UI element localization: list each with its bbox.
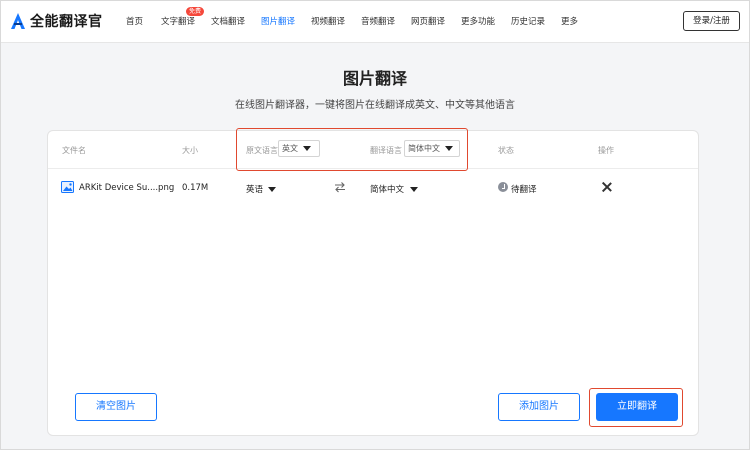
nav-text-translate[interactable]: 文字翻译 [161,15,195,27]
swap-icon[interactable] [334,181,346,193]
nav-document-translate[interactable]: 文档翻译 [211,15,245,27]
close-icon[interactable] [602,182,612,192]
column-filename: 文件名 [62,146,86,155]
free-badge: 免费 [186,7,205,16]
column-action: 操作 [598,146,614,155]
language-highlight-frame [236,128,468,171]
row-source-language[interactable]: 英语 [246,183,263,195]
clock-icon [498,182,508,192]
login-register-button[interactable]: 登录/注册 [683,11,740,31]
file-size: 0.17M [182,183,209,193]
chevron-down-icon[interactable] [410,187,418,192]
translate-highlight-frame [589,388,683,427]
chevron-down-icon[interactable] [268,187,276,192]
column-size: 大小 [182,146,198,155]
page-title: 图片翻译 [342,69,407,88]
nav-home[interactable]: 首页 [126,15,143,27]
add-image-button[interactable]: 添加图片 [498,393,580,421]
nav-more[interactable]: 更多 [561,15,578,27]
row-status: 待翻译 [511,185,537,195]
logo[interactable]: 全能翻译官 [11,10,103,32]
nav-web-translate[interactable]: 网页翻译 [411,15,445,27]
page-subtitle: 在线图片翻译器，一键将图片在线翻译成英文、中文等其他语言 [235,100,515,111]
row-target-language[interactable]: 简体中文 [370,183,404,195]
file-name: ARKit Device Su....png [79,183,175,193]
image-file-icon [61,181,74,193]
nav-audio-translate[interactable]: 音频翻译 [361,15,395,27]
nav-more-features[interactable]: 更多功能 [461,15,495,27]
nav-video-translate[interactable]: 视频翻译 [311,15,345,27]
column-status: 状态 [498,146,514,155]
nav-history[interactable]: 历史记录 [511,15,545,27]
logo-text: 全能翻译官 [30,14,103,30]
logo-icon [11,13,25,29]
clear-images-button[interactable]: 清空图片 [75,393,157,421]
table-row: ARKit Device Su....png 0.17M 英语 简体中文 待翻译 [48,169,698,207]
top-navigation-bar: 全能翻译官 首页 文字翻译 免费 文档翻译 图片翻译 视频翻译 音频翻译 网页翻… [1,1,749,43]
nav-image-translate[interactable]: 图片翻译 [261,15,295,27]
